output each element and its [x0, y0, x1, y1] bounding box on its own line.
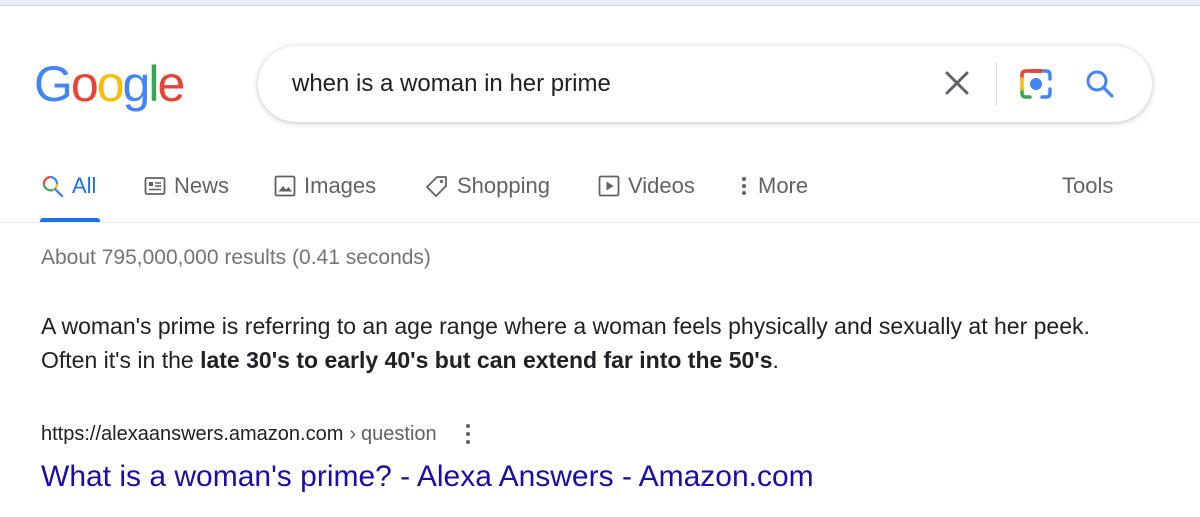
result-title-link[interactable]: What is a woman's prime? - Alexa Answers… — [41, 460, 814, 494]
logo-letter: o — [96, 56, 125, 112]
image-icon — [274, 175, 296, 197]
tab-label: News — [174, 173, 230, 198]
tab-label: Videos — [628, 173, 695, 198]
tab-label: More — [758, 173, 809, 198]
tab-all[interactable]: All — [42, 170, 96, 202]
play-icon — [598, 175, 620, 197]
cite-path: question — [361, 422, 437, 445]
search-button[interactable] — [1084, 68, 1116, 100]
tab-more[interactable]: More — [738, 170, 808, 202]
snippet-highlight: late 30's to early 40's but can extend f… — [200, 347, 773, 373]
search-divider — [996, 62, 997, 106]
search-icon — [42, 175, 64, 197]
tab-news[interactable]: News — [144, 170, 229, 202]
result-stats: About 795,000,000 results (0.41 seconds) — [41, 246, 431, 269]
breadcrumb-separator: › — [349, 422, 357, 445]
google-logo[interactable]: Google — [34, 56, 185, 112]
close-icon — [945, 71, 969, 95]
tag-icon — [425, 175, 449, 197]
logo-letter: e — [157, 56, 185, 112]
featured-snippet: A woman's prime is referring to an age r… — [41, 309, 1121, 377]
search-icon — [1086, 70, 1114, 98]
logo-letter: G — [34, 56, 73, 112]
tab-videos[interactable]: Videos — [598, 170, 695, 202]
top-border — [0, 0, 1200, 6]
tools-label: Tools — [1062, 173, 1114, 198]
logo-letter: o — [70, 56, 99, 112]
cite-url: https://alexaanswers.amazon.com — [41, 422, 344, 445]
more-vert-icon — [738, 175, 750, 197]
tab-label: All — [72, 173, 97, 198]
active-tab-indicator — [40, 218, 100, 222]
search-by-image-button[interactable] — [1018, 66, 1054, 102]
clear-button[interactable] — [942, 68, 972, 98]
tab-label: Shopping — [457, 173, 550, 198]
tab-label: Images — [304, 173, 377, 198]
search-tabs: All News Images Shopping Videos More Too… — [0, 160, 1200, 223]
snippet-text-end: . — [772, 347, 779, 373]
tab-shopping[interactable]: Shopping — [425, 170, 550, 202]
logo-letter: g — [122, 56, 151, 112]
tab-images[interactable]: Images — [274, 170, 376, 202]
search-input[interactable]: when is a woman in her prime — [292, 70, 611, 98]
logo-letter: l — [148, 56, 159, 112]
tools-button[interactable]: Tools — [1062, 170, 1113, 202]
about-result-menu-icon[interactable] — [463, 421, 473, 447]
news-icon — [144, 176, 166, 196]
result-cite: https://alexaanswers.amazon.com › questi… — [41, 420, 473, 448]
search-box[interactable]: when is a woman in her prime — [258, 46, 1152, 122]
camera-lens-icon — [1020, 69, 1052, 99]
